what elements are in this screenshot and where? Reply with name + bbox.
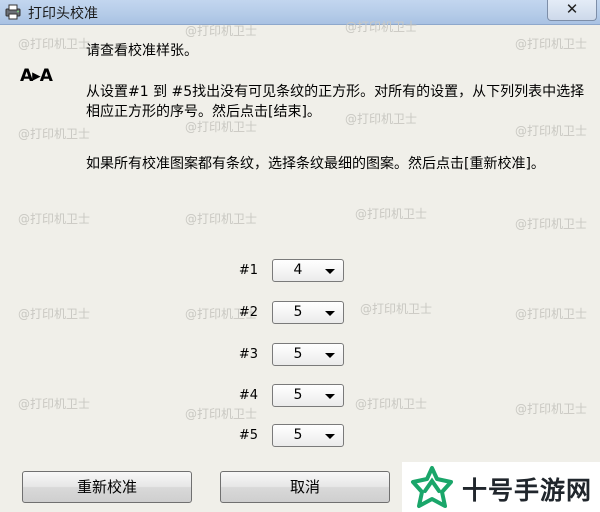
watermark: @打印机卫士 xyxy=(355,397,428,411)
realign-button[interactable]: 重新校准 xyxy=(22,471,192,503)
cancel-button[interactable]: 取消 xyxy=(220,471,390,503)
window-title: 打印头校准 xyxy=(28,6,98,22)
setting-label: #1 xyxy=(238,263,258,278)
selected-value: 5 xyxy=(293,427,303,443)
watermark: @打印机卫士 xyxy=(18,37,91,51)
selected-value: 5 xyxy=(293,387,303,403)
brand-logo-icon xyxy=(411,466,453,508)
setting-label: #3 xyxy=(238,347,258,362)
close-icon: ✕ xyxy=(565,0,579,18)
chevron-down-icon xyxy=(325,434,335,439)
intro-text: 请查看校准样张。 xyxy=(86,43,198,59)
instruction-paragraph: 从设置#1 到 #5找出没有可见条纹的正方形。对所有的设置，从下列列表中选择相应… xyxy=(86,84,585,120)
setting-4-select[interactable]: 5 xyxy=(272,384,344,407)
watermark: @打印机卫士 xyxy=(355,207,428,221)
title-bar: 打印头校准 ✕ xyxy=(0,0,600,25)
selected-value: 4 xyxy=(293,262,303,278)
setting-label: #2 xyxy=(238,305,258,320)
brand-watermark: 十号手游网 xyxy=(402,462,600,512)
watermark: @打印机卫士 xyxy=(185,24,258,38)
watermark: @打印机卫士 xyxy=(345,20,418,34)
selected-value: 5 xyxy=(293,304,303,320)
watermark: @打印机卫士 xyxy=(515,124,588,138)
instruction-paragraph: 如果所有校准图案都有条纹，选择条纹最细的图案。然后点击[重新校准]。 xyxy=(86,156,545,172)
watermark: @打印机卫士 xyxy=(18,397,91,411)
watermark: @打印机卫士 xyxy=(185,212,258,226)
brand-name: 十号手游网 xyxy=(462,476,593,505)
watermark: @打印机卫士 xyxy=(515,37,588,51)
setting-label: #4 xyxy=(238,388,258,403)
watermark: @打印机卫士 xyxy=(360,302,433,316)
alignment-icon: A▸A xyxy=(20,66,53,86)
setting-2-select[interactable]: 5 xyxy=(272,301,344,324)
selected-value: 5 xyxy=(293,346,303,362)
setting-label: #5 xyxy=(238,428,258,443)
watermark: @打印机卫士 xyxy=(515,307,588,321)
watermark: @打印机卫士 xyxy=(18,212,91,226)
watermark: @打印机卫士 xyxy=(18,307,91,321)
chevron-down-icon xyxy=(325,394,335,399)
chevron-down-icon xyxy=(325,311,335,316)
setting-1-select[interactable]: 4 xyxy=(272,259,344,282)
chevron-down-icon xyxy=(325,269,335,274)
setting-3-select[interactable]: 5 xyxy=(272,343,344,366)
watermark: @打印机卫士 xyxy=(515,402,588,416)
printer-icon xyxy=(4,3,22,21)
watermark: @打印机卫士 xyxy=(18,127,91,141)
watermark: @打印机卫士 xyxy=(185,407,258,421)
watermark: @打印机卫士 xyxy=(515,217,588,231)
chevron-down-icon xyxy=(325,353,335,358)
close-button[interactable]: ✕ xyxy=(547,0,597,21)
setting-5-select[interactable]: 5 xyxy=(272,424,344,447)
